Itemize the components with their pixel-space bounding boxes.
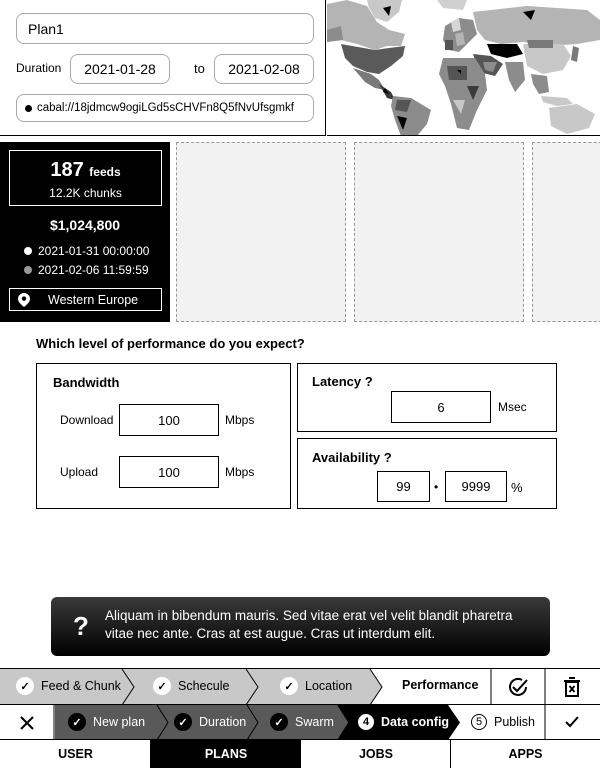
latency-unit: Msec — [498, 400, 527, 414]
end-timestamp-text: 2021-02-06 11:59:59 — [38, 263, 149, 277]
gray-dot-icon — [24, 266, 32, 274]
availability-title: Availability ? — [312, 450, 392, 465]
plan-amount: $1,024,800 — [49, 217, 121, 233]
confirm-check-icon[interactable] — [507, 676, 529, 698]
world-map-graphic — [327, 0, 600, 135]
availability-integer-input[interactable]: 99 — [377, 471, 430, 502]
help-tip: ? Aliquam in bibendum mauris. Sed vitae … — [51, 597, 550, 656]
download-unit: Mbps — [225, 413, 255, 427]
tab-jobs[interactable]: JOBS — [300, 739, 451, 768]
download-label: Download — [60, 413, 114, 427]
step-label: Swarm — [295, 715, 334, 729]
feeds-count: 187 feeds — [10, 159, 161, 182]
step-label: Feed & Chunk — [41, 679, 121, 693]
feeds-unit: feeds — [89, 165, 121, 179]
trash-icon[interactable] — [563, 677, 581, 697]
plan-card-placeholder — [354, 142, 524, 322]
start-timestamp-text: 2021-01-31 00:00:00 — [38, 244, 150, 258]
latency-input[interactable]: 6 — [391, 391, 491, 423]
download-input[interactable]: 100 — [119, 404, 219, 436]
performance-question: Which level of performance do you expect… — [36, 336, 305, 351]
step-number: 5 — [471, 714, 487, 730]
check-icon: ✓ — [270, 713, 288, 731]
step-feed-chunk[interactable]: ✓ Feed & Chunk — [16, 677, 121, 695]
step-new-plan[interactable]: ✓ New plan — [68, 713, 145, 731]
check-icon: ✓ — [174, 713, 192, 731]
step-performance[interactable]: Performance — [402, 678, 478, 692]
step-label: Location — [305, 679, 353, 693]
to-label: to — [194, 61, 205, 76]
end-timestamp: 2021-02-06 11:59:59 — [24, 263, 149, 277]
feeds-summary-box: 187 feeds 12.2K chunks — [9, 150, 162, 206]
step-duration[interactable]: ✓ Duration — [174, 713, 246, 731]
world-map[interactable] — [327, 0, 600, 136]
plan-card-placeholder — [176, 142, 346, 322]
end-date-field[interactable]: 2021-02-08 — [214, 54, 314, 84]
check-icon: ✓ — [153, 677, 171, 695]
step-data-config[interactable]: 4 Data config — [358, 714, 449, 730]
upload-input[interactable]: 100 — [119, 456, 219, 488]
start-date-field[interactable]: 2021-01-28 — [70, 54, 170, 84]
step-publish[interactable]: 5 Publish — [471, 714, 535, 730]
plan-steps-bar: ✓ Feed & Chunk ✓ Schecule ✓ Location Perfor… — [0, 668, 600, 705]
close-icon[interactable] — [20, 716, 34, 730]
upload-unit: Mbps — [225, 465, 255, 479]
step-label: Publish — [494, 715, 535, 729]
region-label: Western Europe — [48, 292, 139, 307]
white-dot-icon — [24, 247, 32, 255]
duration-label: Duration — [16, 61, 62, 75]
address-text: cabal://18jdmcw9ogiLGd5sCHVFn8Q5fNvUfsgm… — [37, 102, 294, 114]
plan-form: Plan1 Duration 2021-01-28 to 2021-02-08 … — [0, 0, 326, 136]
step-schedule[interactable]: ✓ Schecule — [153, 677, 229, 695]
availability-unit: % — [511, 480, 523, 495]
check-icon: ✓ — [16, 677, 34, 695]
workflow-steps-bar: ✓ New plan ✓ Duration ✓ Swarm 4 Data config … — [0, 704, 600, 740]
bandwidth-card: Bandwidth Download 100 Mbps Upload 100 M… — [36, 363, 291, 509]
availability-separator: • — [434, 480, 439, 494]
step-label: Data config — [381, 715, 450, 729]
chunks-count: 12.2K chunks — [49, 186, 122, 200]
availability-decimal-input[interactable]: 9999 — [445, 471, 507, 502]
plan-stats-panel: 187 feeds 12.2K chunks $1,024,800 2021-0… — [0, 142, 170, 322]
plan-name-field[interactable]: Plan1 — [16, 13, 314, 44]
check-icon: ✓ — [280, 677, 298, 695]
step-swarm[interactable]: ✓ Swarm — [270, 713, 334, 731]
start-timestamp: 2021-01-31 00:00:00 — [24, 244, 149, 258]
upload-label: Upload — [60, 465, 99, 479]
step-number: 4 — [358, 714, 374, 730]
tab-user[interactable]: USER — [0, 739, 151, 768]
check-icon[interactable] — [564, 715, 580, 729]
tip-text: Aliquam in bibendum mauris. Sed vitae er… — [105, 608, 513, 641]
location-pin-icon — [18, 292, 30, 307]
question-icon: ? — [73, 611, 89, 641]
step-label: Schecule — [178, 679, 230, 693]
bandwidth-title: Bandwidth — [53, 375, 120, 390]
step-location[interactable]: ✓ Location — [280, 677, 352, 695]
region-selector[interactable]: Western Europe — [9, 288, 162, 311]
tab-apps[interactable]: APPS — [450, 739, 600, 768]
step-label: New plan — [93, 715, 146, 729]
availability-card: Availability ? 99 • 9999 % — [297, 438, 557, 509]
feeds-count-number: 187 — [50, 159, 84, 181]
latency-title: Latency ? — [312, 374, 373, 389]
address-field[interactable]: cabal://18jdmcw9ogiLGd5sCHVFn8Q5fNvUfsgm… — [16, 94, 314, 122]
step-label: Performance — [402, 678, 479, 692]
address-dot-icon — [25, 104, 32, 112]
check-icon: ✓ — [68, 713, 86, 731]
latency-card: Latency ? 6 Msec — [297, 363, 557, 432]
step-label: Duration — [199, 715, 247, 729]
tab-plans[interactable]: PLANS — [150, 739, 301, 768]
plan-card-placeholder — [532, 142, 600, 322]
